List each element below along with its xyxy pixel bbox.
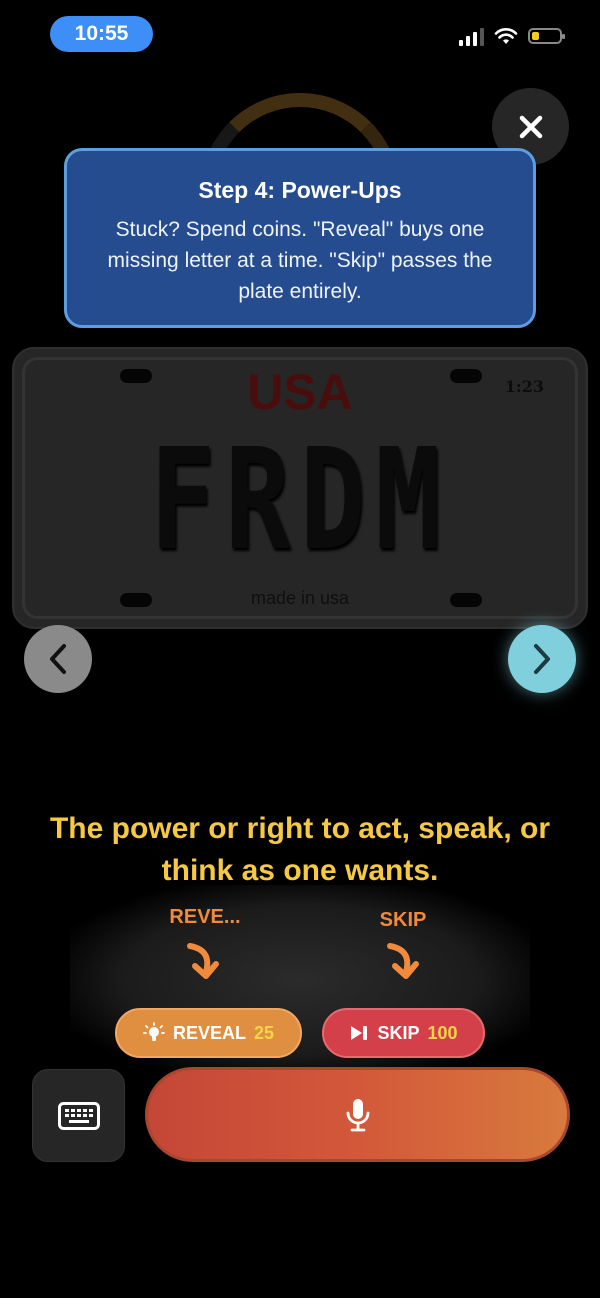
previous-button[interactable] [24, 625, 92, 693]
tutorial-body: Stuck? Spend coins. "Reveal" buys one mi… [107, 218, 493, 303]
skip-button[interactable]: SKIP 100 [322, 1008, 485, 1058]
reveal-hint-label: REVE... [169, 906, 241, 928]
plate-footer: made in usa [250, 588, 350, 608]
keyboard-button[interactable] [32, 1069, 125, 1162]
wifi-icon [494, 28, 518, 44]
microphone-button[interactable] [145, 1067, 570, 1162]
skip-hint-label: SKIP [379, 909, 427, 931]
close-icon [519, 115, 542, 138]
status-time: 10:55 [50, 16, 153, 52]
status-icons [459, 26, 565, 46]
reveal-button[interactable]: REVEAL 25 [115, 1008, 302, 1058]
keyboard-icon [57, 1101, 100, 1130]
tutorial-callout: Step 4: Power-Ups Stuck? Spend coins. "R… [64, 148, 536, 328]
curved-arrow-icon [387, 943, 419, 979]
next-button[interactable] [508, 625, 576, 693]
battery-icon [528, 28, 565, 44]
microphone-icon [346, 1098, 369, 1131]
chevron-left-icon [50, 644, 66, 674]
chevron-right-icon [534, 644, 550, 674]
skip-forward-icon [351, 1026, 368, 1040]
skip-label: SKIP [377, 1022, 420, 1043]
license-plate: USA 1:23 FRDM made in usa [12, 347, 588, 629]
plate-timer: 1:23 [504, 377, 544, 396]
curved-arrow-icon [187, 943, 219, 979]
plate-country: USA [247, 364, 353, 420]
lightbulb-icon [143, 1022, 165, 1041]
reveal-label: REVEAL [172, 1022, 246, 1043]
plate-text: FRDM [149, 419, 451, 582]
reveal-cost: 25 [253, 1022, 275, 1043]
definition-clue: The power or right to act, speak, or thi… [49, 812, 551, 887]
signal-icon [459, 26, 484, 46]
skip-cost: 100 [427, 1022, 458, 1043]
tutorial-title: Step 4: Power-Ups [198, 177, 402, 203]
